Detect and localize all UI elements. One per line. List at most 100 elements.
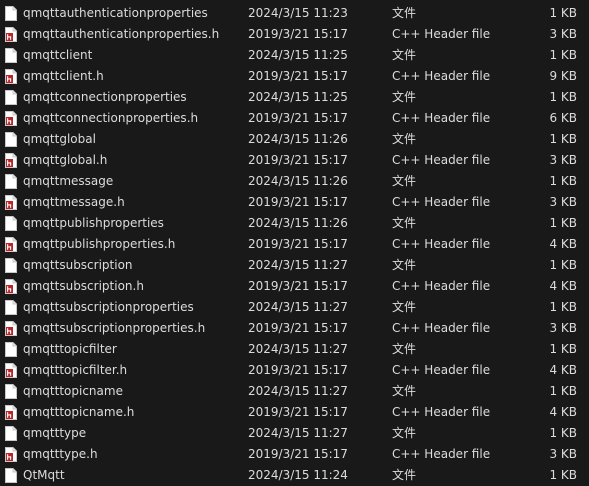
file-name: qmqtttype.h	[23, 447, 98, 461]
file-row[interactable]: qmqttconnectionproperties 2024/3/15 11:25…	[0, 87, 589, 108]
file-date-modified: 2019/3/21 15:17	[248, 153, 348, 167]
file-date-modified: 2019/3/21 15:17	[248, 237, 348, 251]
file-row[interactable]: qmqtttopicfilter 2024/3/15 11:27 文件 1 KB	[0, 339, 589, 360]
file-date-modified: 2024/3/15 11:25	[248, 90, 348, 104]
file-name: qmqtttype	[23, 426, 87, 440]
file-icon-cell	[5, 213, 19, 234]
header-file-icon	[5, 405, 17, 420]
file-size: 4 KB	[549, 237, 577, 251]
blank-file-icon	[5, 342, 17, 357]
file-icon-cell	[5, 171, 19, 192]
file-size: 1 KB	[549, 258, 577, 272]
file-icon-cell	[5, 108, 19, 129]
file-name: qmqttmessage.h	[23, 195, 125, 209]
file-row[interactable]: qmqtttype 2024/3/15 11:27 文件 1 KB	[0, 423, 589, 444]
file-row[interactable]: qmqtttopicfilter.h 2019/3/21 15:17 C++ Hea…	[0, 360, 589, 381]
file-row[interactable]: qmqttmessage 2024/3/15 11:26 文件 1 KB	[0, 171, 589, 192]
file-row[interactable]: qmqttauthenticationproperties 2024/3/15 1…	[0, 3, 589, 24]
file-icon-cell	[5, 129, 19, 150]
file-icon-cell	[5, 276, 19, 297]
file-row[interactable]: qmqtttopicname.h 2019/3/21 15:17 C++ Heade…	[0, 402, 589, 423]
file-size: 1 KB	[549, 48, 577, 62]
blank-file-icon	[5, 174, 17, 189]
file-name: qmqttpublishproperties	[23, 216, 164, 230]
file-icon-cell	[5, 297, 19, 318]
file-icon-cell	[5, 318, 19, 339]
header-file-icon	[5, 111, 17, 126]
file-row[interactable]: qmqttsubscriptionproperties 2024/3/15 11:…	[0, 297, 589, 318]
blank-file-icon	[5, 48, 17, 63]
file-date-modified: 2024/3/15 11:23	[248, 6, 348, 20]
header-file-icon	[5, 153, 17, 168]
file-date-modified: 2024/3/15 11:27	[248, 258, 348, 272]
file-row[interactable]: qmqttglobal.h 2019/3/21 15:17 C++ Header f…	[0, 150, 589, 171]
file-name: qmqttglobal	[23, 132, 96, 146]
file-date-modified: 2024/3/15 11:27	[248, 384, 348, 398]
file-row[interactable]: qmqtttype.h 2019/3/21 15:17 C++ Header fil…	[0, 444, 589, 465]
file-row[interactable]: qmqttclient.h 2019/3/21 15:17 C++ Header f…	[0, 66, 589, 87]
file-date-modified: 2019/3/21 15:17	[248, 447, 348, 461]
file-icon-cell	[5, 360, 19, 381]
file-icon-cell	[5, 24, 19, 45]
file-icon-cell	[5, 3, 19, 24]
file-size: 1 KB	[549, 216, 577, 230]
blank-file-icon	[5, 132, 17, 147]
file-size: 1 KB	[549, 132, 577, 146]
file-size: 3 KB	[549, 153, 577, 167]
file-row[interactable]: qmqttpublishproperties 2024/3/15 11:26 文件 1…	[0, 213, 589, 234]
file-size: 6 KB	[549, 111, 577, 125]
header-file-icon	[5, 447, 17, 462]
file-date-modified: 2024/3/15 11:27	[248, 300, 348, 314]
file-date-modified: 2024/3/15 11:24	[248, 468, 348, 482]
file-row[interactable]: qmqttsubscription.h 2019/3/21 15:17 C++ He…	[0, 276, 589, 297]
file-name: qmqtttopicfilter.h	[23, 363, 128, 377]
file-name: qmqttpublishproperties.h	[23, 237, 176, 251]
file-name: qmqttsubscription.h	[23, 279, 144, 293]
file-date-modified: 2019/3/21 15:17	[248, 69, 348, 83]
file-row[interactable]: qmqttauthenticationproperties.h 2019/3/21…	[0, 24, 589, 45]
file-date-modified: 2024/3/15 11:26	[248, 216, 348, 230]
file-name: qmqttclient.h	[23, 69, 104, 83]
file-row[interactable]: qmqttclient 2024/3/15 11:25 文件 1 KB	[0, 45, 589, 66]
header-file-icon	[5, 279, 17, 294]
file-list: qmqttauthenticationproperties 2024/3/15 1…	[0, 0, 589, 486]
file-row[interactable]: qmqttconnectionproperties.h 2019/3/21 15:…	[0, 108, 589, 129]
file-icon-cell	[5, 45, 19, 66]
file-date-modified: 2024/3/15 11:25	[248, 48, 348, 62]
header-file-icon	[5, 195, 17, 210]
file-row[interactable]: qmqttsubscription 2024/3/15 11:27 文件 1 KB	[0, 255, 589, 276]
file-date-modified: 2019/3/21 15:17	[248, 195, 348, 209]
file-size: 1 KB	[549, 384, 577, 398]
file-size: 3 KB	[549, 195, 577, 209]
file-name: qmqttauthenticationproperties.h	[23, 27, 220, 41]
file-icon-cell	[5, 192, 19, 213]
blank-file-icon	[5, 468, 17, 483]
file-row[interactable]: qmqttsubscriptionproperties.h 2019/3/21 1…	[0, 318, 589, 339]
file-row[interactable]: qmqttmessage.h 2019/3/21 15:17 C++ Header …	[0, 192, 589, 213]
file-date-modified: 2024/3/15 11:27	[248, 426, 348, 440]
file-size: 1 KB	[549, 174, 577, 188]
file-name: qmqttconnectionproperties	[23, 90, 187, 104]
file-date-modified: 2019/3/21 15:17	[248, 111, 348, 125]
file-row[interactable]: qmqttglobal 2024/3/15 11:26 文件 1 KB	[0, 129, 589, 150]
file-row[interactable]: QtMqtt 2024/3/15 11:24 文件 1 KB	[0, 465, 589, 486]
file-date-modified: 2019/3/21 15:17	[248, 363, 348, 377]
blank-file-icon	[5, 90, 17, 105]
file-icon-cell	[5, 381, 19, 402]
file-row[interactable]: qmqttpublishproperties.h 2019/3/21 15:17 C…	[0, 234, 589, 255]
file-date-modified: 2019/3/21 15:17	[248, 321, 348, 335]
file-name: qmqttclient	[23, 48, 93, 62]
file-size: 3 KB	[549, 447, 577, 461]
file-date-modified: 2019/3/21 15:17	[248, 27, 348, 41]
file-size: 3 KB	[549, 27, 577, 41]
file-size: 9 KB	[549, 69, 577, 83]
file-row[interactable]: qmqtttopicname 2024/3/15 11:27 文件 1 KB	[0, 381, 589, 402]
file-size: 4 KB	[549, 363, 577, 377]
file-icon-cell	[5, 87, 19, 108]
file-size: 1 KB	[549, 342, 577, 356]
blank-file-icon	[5, 426, 17, 441]
file-name: qmqtttopicname	[23, 384, 123, 398]
file-name: QtMqtt	[23, 468, 65, 482]
file-icon-cell	[5, 66, 19, 87]
header-file-icon	[5, 363, 17, 378]
